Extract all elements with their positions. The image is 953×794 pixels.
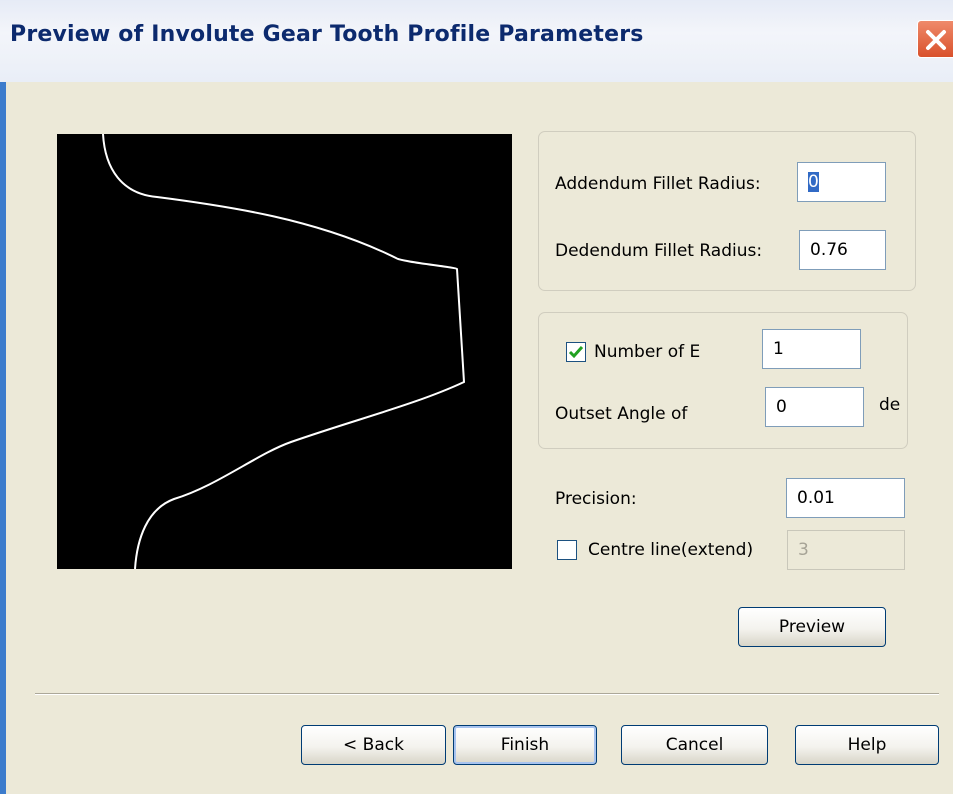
cancel-button[interactable]: Cancel [621,725,768,765]
precision-input[interactable]: 0.01 [786,478,905,518]
centre-line-input: 3 [787,530,905,570]
centre-line-checkbox[interactable] [557,540,577,560]
number-checkbox[interactable] [566,342,586,362]
dedendum-fillet-input[interactable]: 0.76 [799,230,886,270]
addendum-fillet-input[interactable]: 0 [797,162,886,202]
close-button[interactable] [917,20,953,58]
tooth-profile-curve [102,134,466,569]
centre-line-label: Centre line(extend) [588,540,754,560]
close-icon [926,30,946,50]
outset-angle-input[interactable]: 0 [765,387,864,427]
tooth-profile-preview [57,134,512,569]
help-button[interactable]: Help [795,725,939,765]
separator [35,693,939,695]
addendum-fillet-label: Addendum Fillet Radius: [555,174,761,194]
checkmark-icon [568,346,584,359]
dedendum-fillet-label: Dedendum Fillet Radius: [555,241,763,261]
precision-label: Precision: [555,489,637,509]
outset-angle-label: Outset Angle of [555,404,688,424]
number-input[interactable]: 1 [762,329,861,369]
preview-button[interactable]: Preview [738,607,886,647]
back-button[interactable]: < Back [301,725,446,765]
title-bar[interactable]: Preview of Involute Gear Tooth Profile P… [0,0,953,82]
outset-angle-unit: de [879,395,901,415]
window-frame-edge [0,82,6,794]
dialog-window: Preview of Involute Gear Tooth Profile P… [0,0,953,794]
window-title: Preview of Involute Gear Tooth Profile P… [10,22,644,47]
addendum-fillet-value: 0 [808,172,819,192]
finish-button[interactable]: Finish [453,725,597,765]
number-label: Number of E [594,342,701,362]
